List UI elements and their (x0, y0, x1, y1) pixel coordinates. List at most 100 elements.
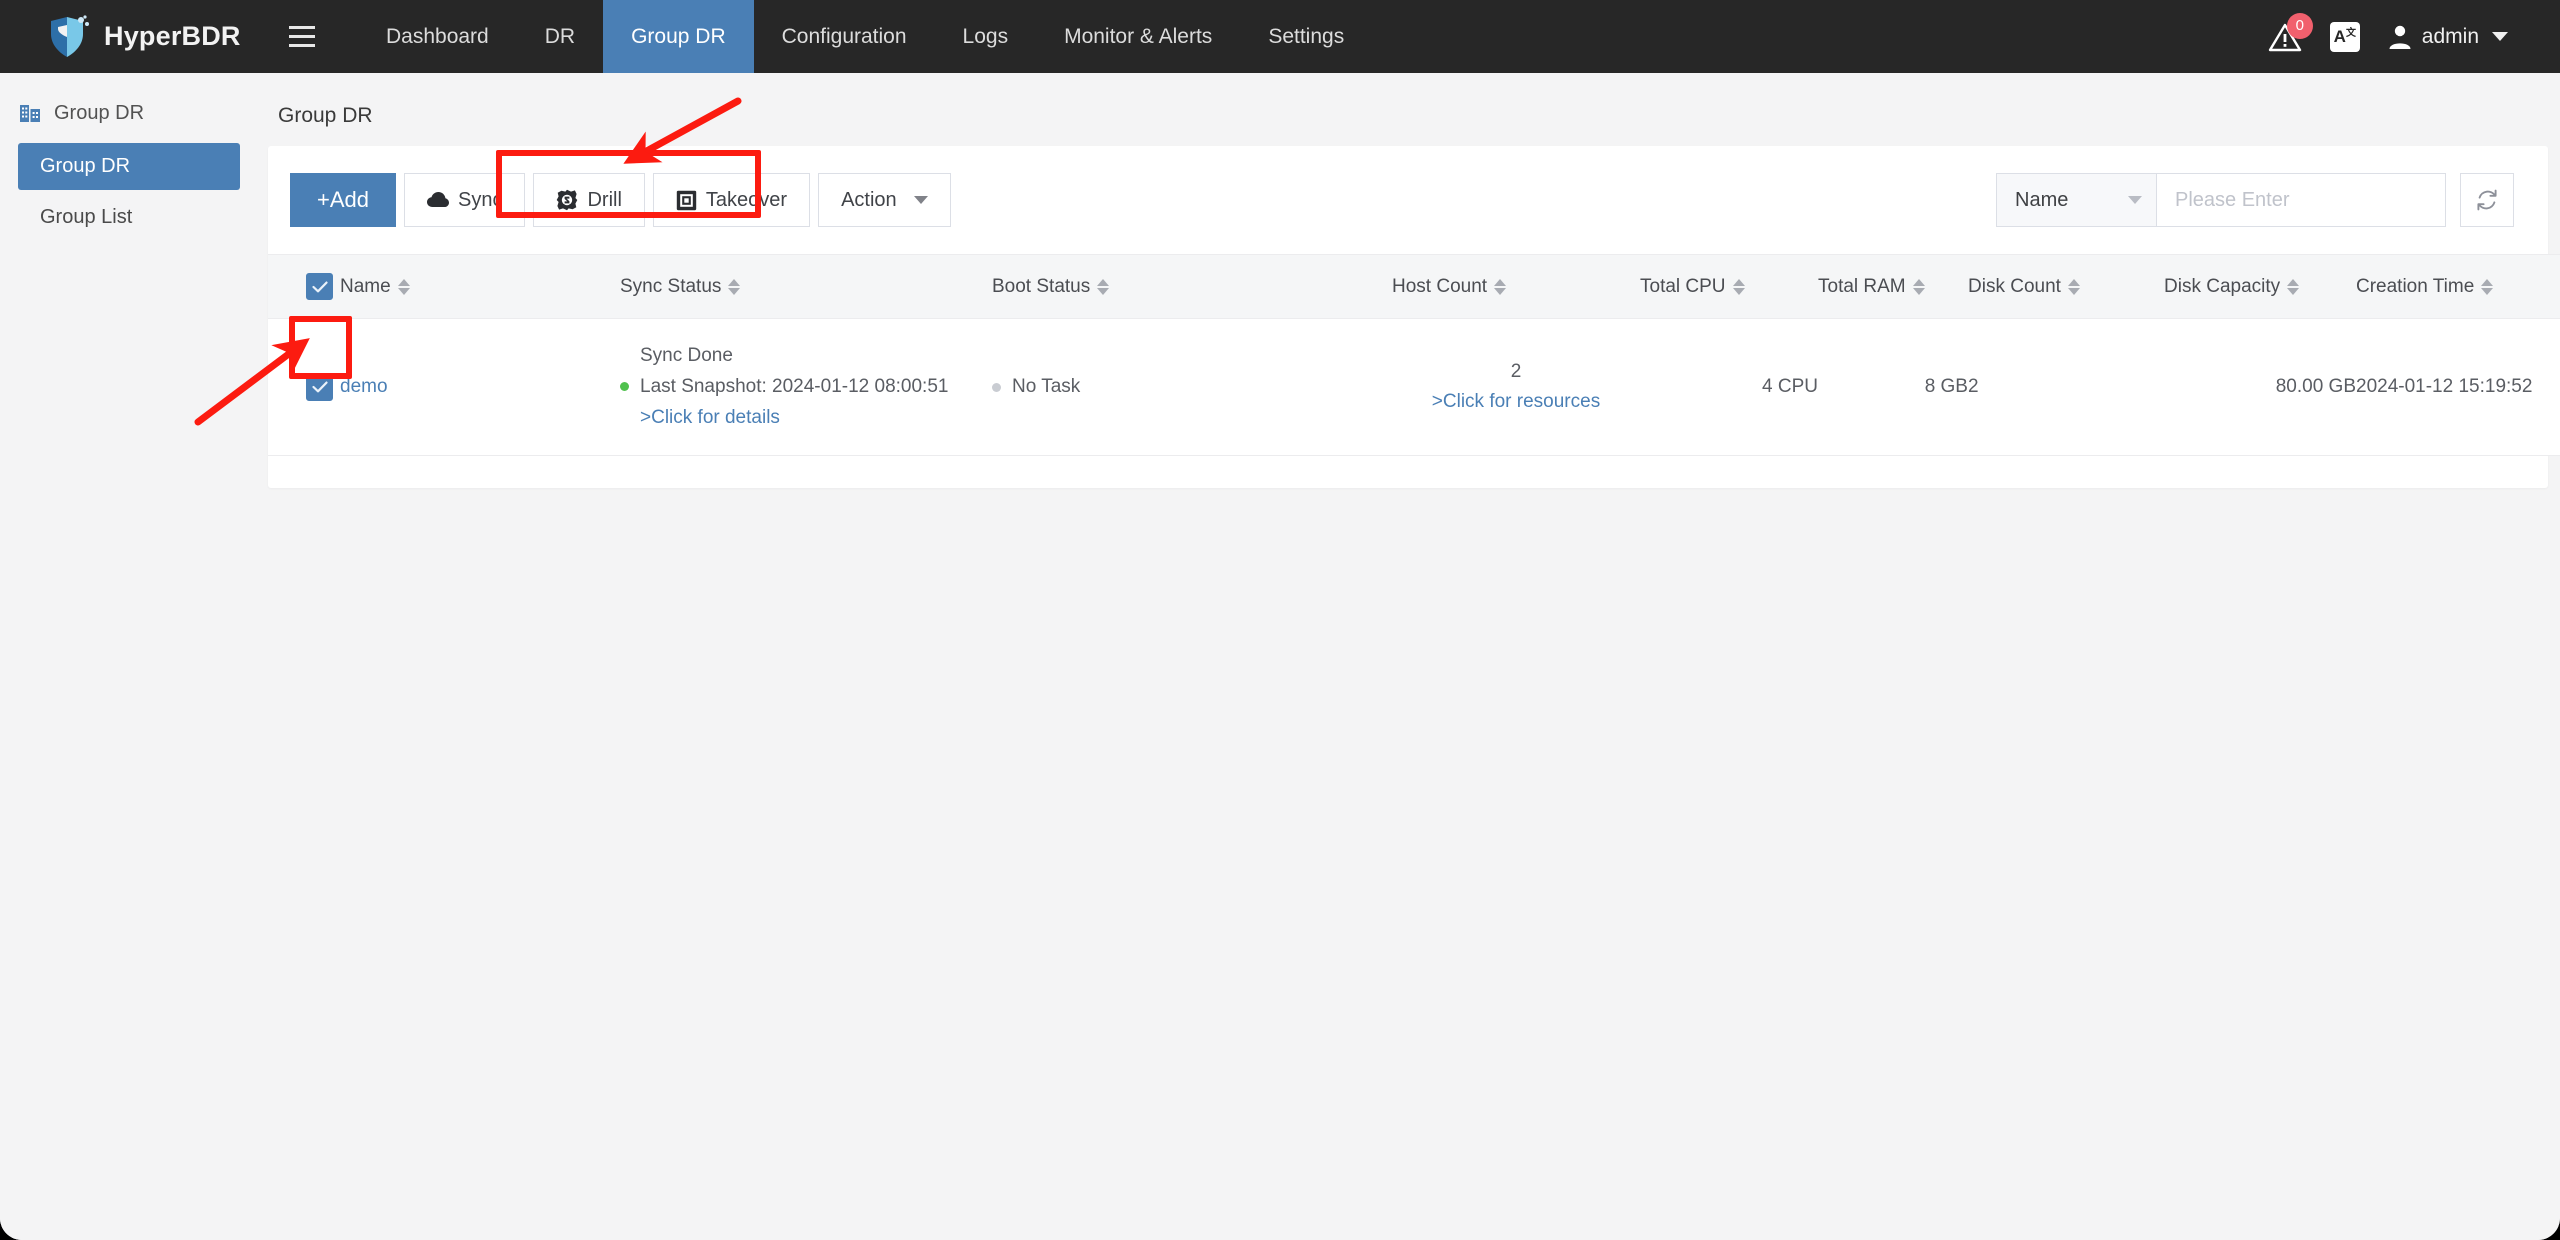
chevron-down-icon (2128, 196, 2142, 204)
nav-item-configuration[interactable]: Configuration (754, 0, 935, 73)
drill-gear-icon (557, 189, 578, 211)
column-header-host-count[interactable]: Host Count (1392, 254, 1640, 319)
group-dr-table: Name Sync Status Boot Status Host Count … (268, 254, 2560, 457)
browser-viewport: HyperBDR Dashboard DR Group DR Configura… (0, 0, 2560, 1240)
search-input[interactable] (2175, 188, 2440, 212)
search-field-selected-label: Name (2015, 188, 2069, 211)
cell-name: demo (340, 318, 620, 457)
sync-status-title: Sync Done (640, 345, 733, 366)
column-header-disk-count-label: Disk Count (1968, 275, 2061, 297)
cell-host-count: 2 >Click for resources (1392, 318, 1640, 457)
cell-boot-status: No Task (992, 318, 1392, 457)
drill-button-label: Drill (587, 188, 622, 211)
nav-item-monitor-alerts[interactable]: Monitor & Alerts (1036, 0, 1240, 73)
page-title: Group DR (278, 104, 373, 127)
column-header-total-cpu-label: Total CPU (1640, 275, 1726, 297)
drill-button[interactable]: Drill (533, 173, 645, 227)
sync-status-details-link[interactable]: >Click for details (620, 403, 992, 434)
sidebar: Group DR Group DR Group List (0, 73, 258, 1240)
row-select-checkbox[interactable] (306, 373, 333, 401)
takeover-button[interactable]: Takeover (652, 173, 811, 227)
hamburger-icon[interactable] (276, 0, 328, 73)
table-toolbar: +Add Sync Drill Takeover Action Name Ple… (268, 146, 2548, 254)
column-header-disk-count[interactable]: Disk Count (1968, 254, 2164, 319)
sidebar-group-header: Group DR (0, 89, 258, 139)
sort-toggle-icon[interactable] (728, 278, 741, 295)
column-header-boot-status[interactable]: Boot Status (992, 254, 1392, 319)
sort-toggle-icon[interactable] (2287, 278, 2300, 295)
search-area: Name (1996, 173, 2514, 227)
action-button-label: Action (841, 188, 897, 211)
sync-status-detail-line: Last Snapshot: 2024-01-12 08:00:51 (620, 372, 992, 403)
hyperbdr-shield-icon (51, 14, 89, 57)
group-name-link[interactable]: demo (340, 376, 388, 397)
nav-item-logs[interactable]: Logs (935, 0, 1037, 73)
brand-name: HyperBDR (104, 21, 241, 51)
column-header-creation-time-label: Creation Time (2356, 275, 2475, 297)
sidebar-item-group-dr[interactable]: Group DR (18, 143, 240, 190)
host-count-value: 2 (1510, 360, 1522, 382)
column-header-total-cpu[interactable]: Total CPU (1640, 254, 1818, 319)
check-icon (311, 281, 328, 292)
refresh-icon (2477, 189, 2497, 211)
cell-disk-capacity: 80.00 GB (2164, 318, 2356, 457)
cell-creation-time: 2024-01-12 15:19:52 (2356, 318, 2560, 457)
sort-toggle-icon[interactable] (397, 278, 410, 295)
add-button[interactable]: +Add (290, 173, 396, 227)
sync-button-label: Sync (458, 188, 503, 211)
alert-count-badge: 0 (2286, 12, 2313, 39)
row-select-cell (268, 318, 340, 457)
cell-sync-status: Sync Done Last Snapshot: 2024-01-12 08:0… (620, 318, 992, 457)
refresh-button[interactable] (2460, 173, 2514, 227)
cloud-icon (427, 192, 449, 207)
building-icon (20, 105, 40, 122)
nav-right-cluster: 0 A文 admin (2268, 12, 2560, 54)
user-menu[interactable]: admin (2388, 24, 2508, 50)
cell-total-cpu: 4 CPU (1640, 318, 1818, 457)
nav-item-group-dr[interactable]: Group DR (603, 0, 754, 73)
column-header-name-label: Name (340, 275, 391, 297)
sort-toggle-icon[interactable] (1732, 278, 1745, 295)
column-header-disk-capacity-label: Disk Capacity (2164, 275, 2281, 297)
chevron-down-icon (2492, 32, 2508, 41)
user-name-label: admin (2421, 24, 2479, 48)
action-dropdown-button[interactable]: Action (818, 173, 951, 227)
select-all-checkbox[interactable] (306, 273, 333, 300)
sort-toggle-icon[interactable] (1912, 278, 1925, 295)
sort-toggle-icon[interactable] (2067, 278, 2080, 295)
table-row[interactable]: demo Sync Done Last Snapshot: 2024-01-12… (268, 318, 2560, 457)
column-header-boot-status-label: Boot Status (992, 275, 1091, 297)
server-box-icon (676, 190, 697, 210)
sidebar-group-label: Group DR (54, 101, 145, 124)
column-header-total-ram[interactable]: Total RAM (1818, 254, 1968, 319)
column-header-host-count-label: Host Count (1392, 275, 1488, 297)
main-nav-links: Dashboard DR Group DR Configuration Logs… (358, 0, 1372, 73)
cell-total-ram: 8 GB (1818, 318, 1968, 457)
column-header-sync-status[interactable]: Sync Status (620, 254, 992, 319)
column-header-disk-capacity[interactable]: Disk Capacity (2164, 254, 2356, 319)
table-header-row: Name Sync Status Boot Status Host Count … (268, 254, 2560, 319)
status-dot-icon (620, 382, 629, 392)
boot-status-label: No Task (1012, 376, 1081, 398)
alert-warning-icon[interactable]: 0 (2268, 12, 2313, 54)
main-content: Group DR +Add Sync Drill Takeover Action… (258, 73, 2560, 1240)
nav-item-settings[interactable]: Settings (1240, 0, 1372, 73)
select-all-header (268, 254, 340, 319)
check-icon (311, 381, 328, 393)
sort-toggle-icon[interactable] (1097, 278, 1110, 295)
search-input-wrapper[interactable] (2156, 173, 2446, 227)
nav-item-dashboard[interactable]: Dashboard (358, 0, 517, 73)
nav-item-dr[interactable]: DR (517, 0, 603, 73)
sort-toggle-icon[interactable] (2481, 278, 2494, 295)
brand-logo[interactable]: HyperBDR (0, 14, 258, 59)
sidebar-item-group-list[interactable]: Group List (18, 194, 240, 241)
sort-toggle-icon[interactable] (1494, 278, 1507, 295)
language-translate-icon[interactable]: A文 (2329, 21, 2360, 52)
top-navigation-bar: HyperBDR Dashboard DR Group DR Configura… (0, 0, 2560, 73)
search-field-select[interactable]: Name (1996, 173, 2156, 227)
column-header-creation-time[interactable]: Creation Time (2356, 254, 2560, 319)
host-resources-link[interactable]: >Click for resources (1392, 387, 1640, 417)
column-header-name[interactable]: Name (340, 254, 620, 319)
page-body: Group DR Group DR Group List Group DR +A… (0, 73, 2560, 1240)
sync-button[interactable]: Sync (404, 173, 526, 227)
